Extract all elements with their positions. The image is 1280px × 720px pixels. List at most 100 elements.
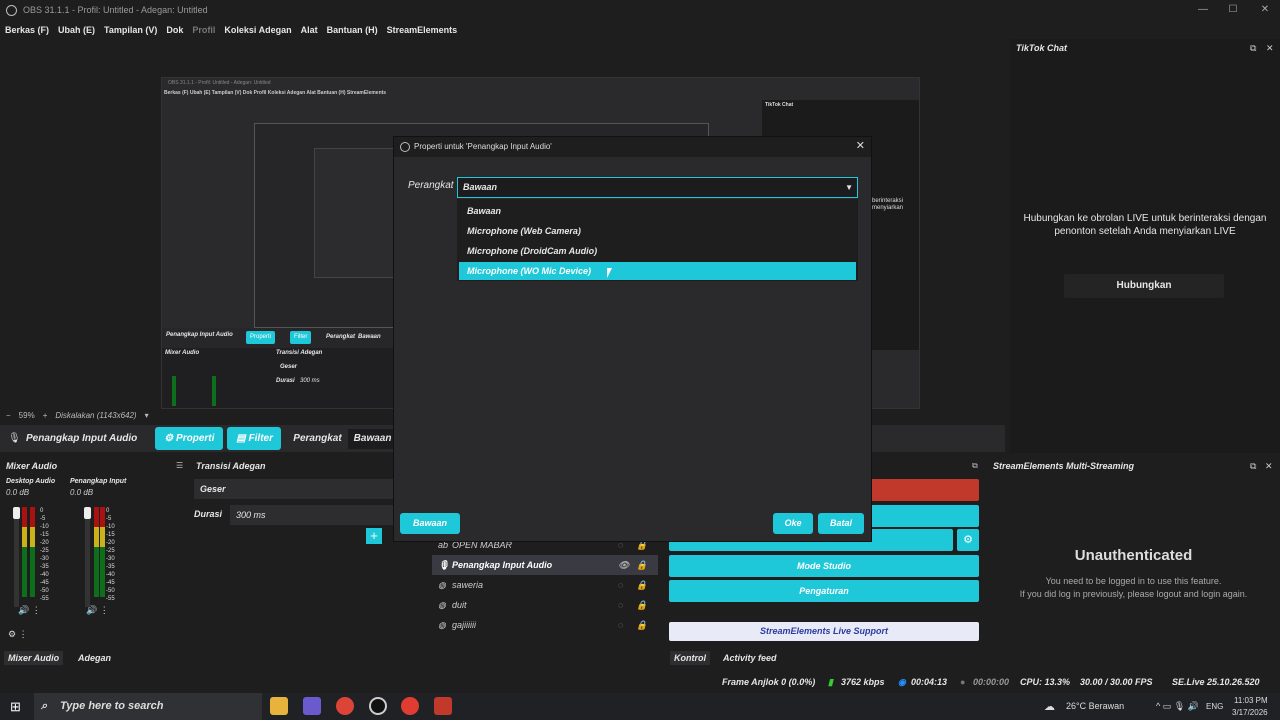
dock-close-icon[interactable]: ✕ <box>1266 43 1274 54</box>
inner-chat-text: berinteraksi menyiarkan <box>872 198 904 211</box>
globe-icon: ◍ <box>438 600 446 610</box>
settings-button[interactable]: Pengaturan <box>669 580 979 602</box>
clock-time[interactable]: 11:03 PM <box>1234 696 1268 705</box>
properties-button-label: Properti <box>176 433 215 444</box>
dropdown-option[interactable]: Microphone (Web Camera) <box>459 222 856 240</box>
dropped-frames: Frame Anjlok 0 (0.0%) <box>722 677 816 687</box>
se-version: SE.Live 25.10.26.520 <box>1172 677 1260 687</box>
menu-profile[interactable]: Profil <box>192 25 215 35</box>
lock-icon[interactable]: 🔒 <box>636 615 647 635</box>
tab-controls[interactable]: Kontrol <box>670 651 710 665</box>
file-explorer-icon[interactable] <box>270 697 288 715</box>
close-icon[interactable]: ✕ <box>1250 0 1280 20</box>
channel-name: Desktop Audio <box>6 478 56 485</box>
defaults-button[interactable]: Bawaan <box>400 513 460 534</box>
mixer-settings-icon[interactable]: ⚙ ⋮ <box>8 629 28 640</box>
weather-icon: ☁ <box>1044 701 1055 713</box>
visibility-icon[interactable]: 👁 <box>618 555 629 575</box>
maximize-icon[interactable]: ☐ <box>1218 0 1248 20</box>
fader-knob[interactable] <box>84 507 91 519</box>
visibility-icon[interactable]: ◌ <box>618 595 623 615</box>
dialog-title: Properti untuk 'Penangkap Input Audio' <box>414 142 552 151</box>
properties-button[interactable]: ⚙ Properti <box>155 427 224 450</box>
app-icon[interactable] <box>303 697 321 715</box>
inner-filter-button: Filter <box>290 331 312 344</box>
channel-db: 0.0 dB <box>70 488 94 497</box>
taskbar-search[interactable]: ⌕ Type here to search <box>34 693 262 720</box>
menu-scene-collection[interactable]: Koleksi Adegan <box>224 25 291 35</box>
app-icon[interactable] <box>401 697 419 715</box>
inner-duration-label: Durasi <box>276 378 295 384</box>
menu-streamelements[interactable]: StreamElements <box>387 25 458 35</box>
clock-date[interactable]: 3/17/2026 <box>1232 708 1268 717</box>
lock-icon[interactable]: 🔒 <box>636 595 647 615</box>
menu-docks[interactable]: Dok <box>166 25 183 35</box>
level-meter <box>22 507 27 597</box>
source-item[interactable]: ◍ saweria ◌ 🔒 <box>432 575 658 595</box>
menu-edit[interactable]: Ubah (E) <box>58 25 95 35</box>
lock-icon[interactable]: 🔒 <box>636 555 647 575</box>
db-scale: 0 -5 -10 -15 -20 -25 -30 -35 -40 -45 -50 -55 <box>106 508 115 602</box>
dialog-titlebar: Properti untuk 'Penangkap Input Audio' <box>394 137 871 157</box>
search-placeholder: Type here to search <box>60 700 164 712</box>
volume-fader[interactable] <box>85 507 90 607</box>
dock-close-icon[interactable]: ✕ <box>1265 461 1273 472</box>
source-item[interactable]: ◍ duit ◌ 🔒 <box>432 595 658 615</box>
visibility-icon[interactable]: ◌ <box>618 615 623 635</box>
menu-file[interactable]: Berkas (F) <box>5 25 49 35</box>
speaker-icon[interactable]: 🔊 ⋮ <box>18 605 41 616</box>
cancel-button[interactable]: Batal <box>818 513 864 534</box>
minimize-icon[interactable]: — <box>1188 0 1218 20</box>
visibility-icon[interactable]: ◌ <box>618 575 623 595</box>
tab-activity-feed[interactable]: Activity feed <box>719 651 781 665</box>
level-meter <box>100 507 105 597</box>
weather-text[interactable]: 26°C Berawan <box>1066 701 1124 711</box>
windows-start-icon[interactable]: ⊞ <box>10 699 21 715</box>
tab-scenes[interactable]: Adegan <box>74 651 115 665</box>
add-transition-button[interactable]: + <box>366 528 382 544</box>
dropdown-option-highlighted[interactable]: Microphone (WO Mic Device) <box>459 262 856 280</box>
scale-dropdown-icon[interactable]: ▾ <box>145 411 149 420</box>
chrome-icon[interactable] <box>336 697 354 715</box>
inner-transition-title: Transisi Adegan <box>276 350 323 356</box>
menu-help[interactable]: Bantuan (H) <box>327 25 378 35</box>
transition-select[interactable]: Geser <box>194 479 398 499</box>
properties-dialog: Properti untuk 'Penangkap Input Audio' ✕… <box>393 136 872 542</box>
language[interactable]: ENG <box>1206 702 1223 711</box>
studio-mode-button[interactable]: Mode Studio <box>669 555 979 577</box>
dock-float-icon[interactable]: ⧉ <box>1250 43 1256 54</box>
level-meter <box>94 507 99 597</box>
tiktok-connect-button[interactable]: Hubungkan <box>1064 274 1224 298</box>
menu-view[interactable]: Tampilan (V) <box>104 25 157 35</box>
tray-icons[interactable]: ^ ▭ 🎙 🔊 <box>1156 701 1199 712</box>
filter-button-label: Filter <box>248 433 273 444</box>
tab-audio-mixer[interactable]: Mixer Audio <box>4 651 64 665</box>
fader-knob[interactable] <box>13 507 20 519</box>
zoom-plus-icon[interactable]: + <box>43 411 48 420</box>
stream-icon: ◉ <box>898 677 906 687</box>
dock-tabs: Mixer Audio Adegan Kontrol Activity feed <box>0 647 1280 669</box>
source-item[interactable]: 🎙 Penangkap Input Audio 👁 🔒 <box>432 555 658 575</box>
system-tray: ☁ 26°C Berawan ^ ▭ 🎙 🔊 ENG 11:03 PM 3/17… <box>1044 693 1280 720</box>
device-dropdown[interactable]: Bawaan ▼ <box>457 177 858 198</box>
filter-button[interactable]: ▤ Filter <box>227 427 282 450</box>
dock-float-icon[interactable]: ⧉ <box>1250 461 1256 472</box>
dropdown-option[interactable]: Bawaan <box>459 202 856 220</box>
dropdown-option[interactable]: Microphone (DroidCam Audio) <box>459 242 856 260</box>
close-icon[interactable]: ✕ <box>856 139 865 152</box>
duration-input[interactable]: 300 ms <box>230 505 398 525</box>
source-item[interactable]: ◍ gajiiiiii ◌ 🔒 <box>432 615 658 635</box>
volume-fader[interactable] <box>14 507 19 607</box>
device-dropdown-value: Bawaan <box>463 182 498 192</box>
dock-menu-icon[interactable]: ☰ <box>176 461 183 470</box>
ok-button[interactable]: Oke <box>773 513 813 534</box>
gear-icon[interactable]: ⚙ <box>957 529 979 551</box>
zoom-minus-icon[interactable]: − <box>6 411 11 420</box>
app-icon[interactable] <box>434 697 452 715</box>
obs-icon[interactable] <box>369 697 387 715</box>
dock-float-icon[interactable]: ⧉ <box>972 461 978 471</box>
speaker-icon[interactable]: 🔊 ⋮ <box>86 605 109 616</box>
menu-tools[interactable]: Alat <box>301 25 318 35</box>
lock-icon[interactable]: 🔒 <box>636 575 647 595</box>
live-support-button[interactable]: StreamElements Live Support <box>669 622 979 641</box>
